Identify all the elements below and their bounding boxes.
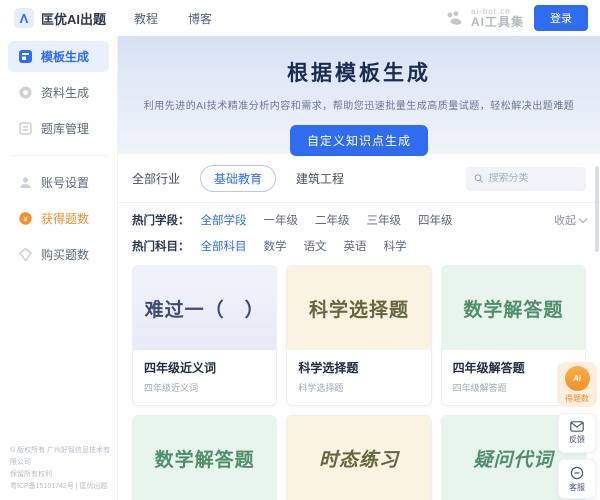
card-subtitle: 科学选择题 [298,381,419,394]
card-subtitle: 四年级解答题 [453,381,574,394]
copyright: © 版权所有 广州好智信息技术有限公司 保留所有权利 粤ICP备15101742… [10,445,113,493]
template-card[interactable]: 难过一（ ） 四年级近义词 四年级近义词 [132,265,277,406]
app-logo[interactable]: Λ 匡优AI出题 [0,8,118,28]
collapse-label: 收起 [554,212,576,228]
sidebar-item-earn-questions[interactable]: ¥ 获得题数 [8,203,109,234]
collapse-toggle[interactable]: 收起 [554,212,586,228]
subject-filter-row: 热门科目： 全部科目 数学 语文 英语 科学 [118,229,600,255]
paw-icon [446,11,466,25]
chevron-down-icon [579,214,587,222]
category-panel: 全部行业 基础教育 建筑工程 热门学段： 全部学段 一年级 二年级 三年级 四年… [118,154,600,500]
sidebar-item-label: 购买题数 [41,246,89,263]
card-title: 四年级近义词 [144,359,265,376]
grade-option-1[interactable]: 一年级 [264,212,299,228]
card-banner: 难过一（ ） [133,266,276,350]
top-header: Λ 匡优AI出题 教程 博客 ai-bot.cn AI工具集 登录 [0,0,600,36]
floating-widgets: Ai 得题数 反馈 客服 [557,362,597,499]
material-icon [17,85,33,101]
card-banner: 时态练习 [287,416,430,500]
ai-badge-icon: Ai [565,366,590,391]
subject-option-math[interactable]: 数学 [264,238,287,254]
sidebar-item-template-generate[interactable]: 模板生成 [8,41,109,72]
custom-knowledge-generate-button[interactable]: 自定义知识点生成 [290,125,428,156]
template-icon [17,49,33,65]
earn-questions-float-label: 得题数 [557,393,597,404]
app-logo-icon: Λ [14,8,34,28]
search-input[interactable] [488,173,578,184]
category-search[interactable] [466,167,586,191]
customer-service-label: 客服 [569,482,585,493]
sidebar-item-label: 账号设置 [41,174,89,191]
copyright-line: 保留所有权利 [10,469,113,481]
nav-blog[interactable]: 博客 [188,10,212,27]
app-title: 匡优AI出题 [41,9,106,28]
customer-service-button[interactable]: 客服 [558,459,596,499]
page-title: 根据模板生成 [118,57,600,87]
earn-icon: ¥ [17,211,33,227]
grade-option-4[interactable]: 四年级 [418,212,453,228]
sidebar-item-material-generate[interactable]: 资料生成 [8,77,109,108]
template-card[interactable]: 时态练习 三年级英语时态练习 三年级英语时态练习 [286,415,431,500]
nav-tutorial[interactable]: 教程 [134,10,158,27]
sidebar-item-label: 模板生成 [41,48,89,65]
watermark-name: AI工具集 [471,16,524,29]
template-card[interactable]: 数学解答题 三年级解答题 三年级解答题 [132,415,277,500]
watermark-text: ai-bot.cn AI工具集 [471,8,524,29]
main-content: 根据模板生成 利用先进的AI技术精准分析内容和需求，帮助您迅速批量生成高质量试题… [118,36,600,500]
user-icon [17,175,33,191]
sidebar-item-buy-questions[interactable]: 购买题数 [8,239,109,270]
subject-option-english[interactable]: 英语 [344,238,367,254]
card-subtitle: 四年级近义词 [144,381,265,394]
top-nav: 教程 博客 [134,10,212,27]
grade-option-3[interactable]: 三年级 [367,212,402,228]
earn-questions-float-button[interactable]: Ai 得题数 [557,362,597,407]
grade-filter-row: 热门学段： 全部学段 一年级 二年级 三年级 四年级 收起 [118,203,600,229]
login-button[interactable]: 登录 [534,5,588,31]
headset-icon [570,466,584,480]
copyright-line: © 版权所有 广州好智信息技术有限公司 [10,445,113,469]
feedback-button[interactable]: 反馈 [558,413,596,453]
icp-line: 粤ICP备15101742号 | 匡优出题 [10,481,113,493]
scrollbar[interactable] [595,166,599,252]
card-banner: 数学解答题 [133,416,276,500]
search-icon [474,173,483,184]
buy-icon [17,247,33,263]
card-banner: 科学选择题 [287,266,430,350]
grade-filter-label: 热门学段： [132,212,190,228]
sidebar-item-label: 题库管理 [41,120,89,137]
subject-option-chinese[interactable]: 语文 [304,238,327,254]
hero-section: 根据模板生成 利用先进的AI技术精准分析内容和需求，帮助您迅速批量生成高质量试题… [118,36,600,154]
feedback-label: 反馈 [569,434,585,445]
template-card[interactable]: 科学选择题 科学选择题 科学选择题 [286,265,431,406]
card-banner: 数学解答题 [442,266,585,350]
tab-construction[interactable]: 建筑工程 [296,170,344,187]
subject-option-science[interactable]: 科学 [384,238,407,254]
header-right: ai-bot.cn AI工具集 登录 [446,5,600,31]
card-title: 科学选择题 [298,359,419,376]
grade-option-2[interactable]: 二年级 [315,212,350,228]
sidebar: 模板生成 资料生成 题库管理 账号设置 ¥ 获得题数 购买题数 © 版权所有 广… [0,36,118,500]
bank-icon [17,121,33,137]
mail-icon [570,421,584,432]
industry-tabs: 全部行业 基础教育 建筑工程 [118,154,600,202]
sidebar-item-account-settings[interactable]: 账号设置 [8,167,109,198]
page-subtitle: 利用先进的AI技术精准分析内容和需求，帮助您迅速批量生成高质量试题，轻松解决出题… [118,97,600,112]
subject-option-all[interactable]: 全部科目 [201,238,247,254]
subject-filter-label: 热门科目： [132,238,190,254]
tab-basic-education[interactable]: 基础教育 [200,165,276,192]
tab-all-industries[interactable]: 全部行业 [132,170,180,187]
card-title: 四年级解答题 [453,359,574,376]
grade-option-all[interactable]: 全部学段 [201,212,247,228]
sidebar-item-question-bank[interactable]: 题库管理 [8,113,109,144]
watermark: ai-bot.cn AI工具集 [446,8,524,29]
sidebar-item-label: 资料生成 [41,84,89,101]
sidebar-item-label: 获得题数 [41,210,89,227]
sidebar-divider [10,155,107,156]
template-card-grid: 难过一（ ） 四年级近义词 四年级近义词 科学选择题 科学选择题 科学选择题 数… [118,255,600,500]
